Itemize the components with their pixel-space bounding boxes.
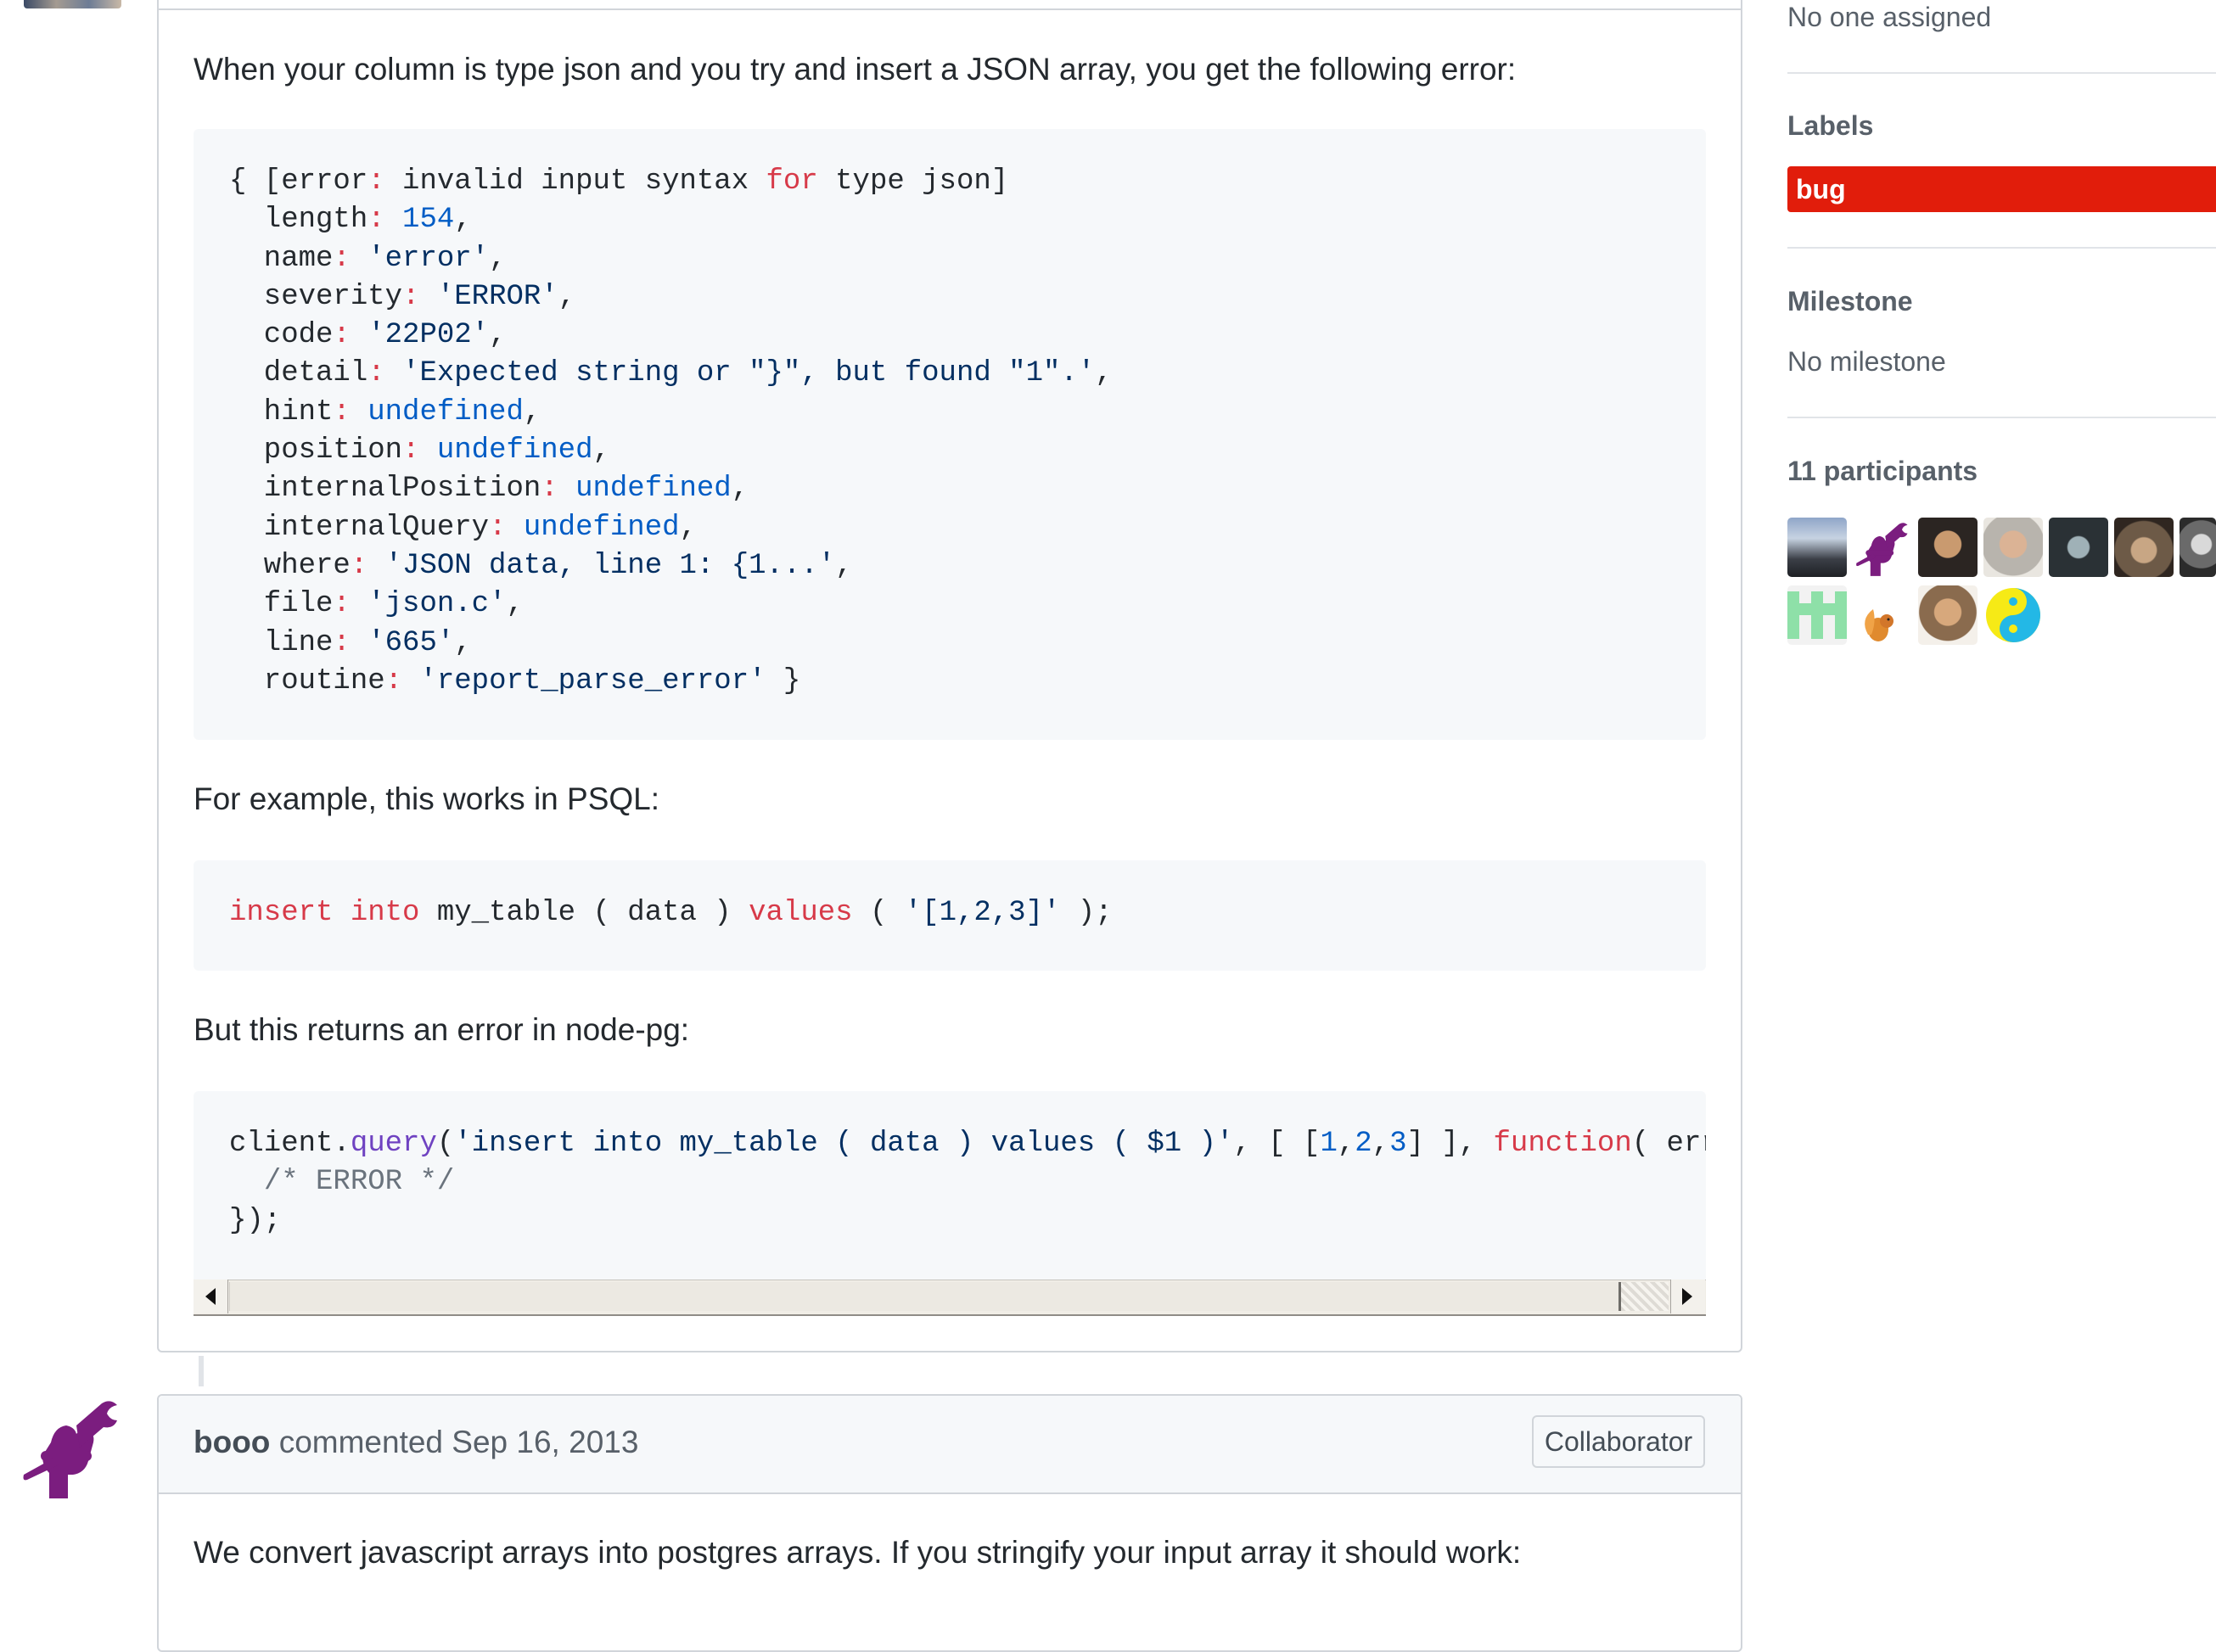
comment-author-link[interactable]: booo xyxy=(194,1425,270,1459)
assignees-value: No one assigned xyxy=(1787,2,1992,32)
avatar-booo[interactable] xyxy=(17,1392,126,1500)
scrollbar-thumb[interactable] xyxy=(229,1282,1621,1311)
participant-avatar[interactable] xyxy=(1983,518,2043,577)
participant-avatar[interactable] xyxy=(2114,518,2174,577)
label-bug[interactable]: bug xyxy=(1787,166,2216,212)
identicon xyxy=(1787,591,1847,639)
comment-text: For example, this works in PSQL: xyxy=(194,781,660,816)
collaborator-badge: Collaborator xyxy=(1532,1415,1705,1468)
labels-heading[interactable]: Labels xyxy=(1787,110,1873,142)
milestone-value: No milestone xyxy=(1787,346,1946,377)
code-block-error-output: { [error: invalid input syntax for type … xyxy=(194,129,1706,740)
squirrel-icon xyxy=(1865,609,1893,641)
milestone-heading[interactable]: Milestone xyxy=(1787,286,1913,317)
comment-timestamp-link[interactable]: Sep 16, 2013 xyxy=(452,1425,638,1459)
comment-text: When your column is type json and you tr… xyxy=(194,52,1517,87)
participant-avatar[interactable] xyxy=(2180,518,2216,577)
participant-avatar[interactable] xyxy=(1853,585,1912,645)
arrow-left-icon xyxy=(205,1288,216,1305)
yin-yang-icon xyxy=(1986,588,2040,642)
raised-fist-wrench-icon xyxy=(1856,523,1908,576)
participant-avatar[interactable] xyxy=(1983,585,2043,645)
sidebar-divider xyxy=(1787,417,2216,418)
avatar[interactable] xyxy=(24,0,121,8)
participant-avatar[interactable] xyxy=(1787,518,1847,577)
timeline-connector xyxy=(199,1356,204,1386)
comment-action: commented xyxy=(278,1425,443,1459)
sidebar-divider xyxy=(1787,72,2216,74)
comment-text: We convert javascript arrays into postgr… xyxy=(194,1535,1522,1570)
scrollbar-track[interactable] xyxy=(1621,1282,1669,1311)
sidebar-divider xyxy=(1787,247,2216,249)
participant-avatar[interactable] xyxy=(1787,585,1847,645)
participant-avatar[interactable] xyxy=(1918,518,1978,577)
participant-avatar[interactable] xyxy=(2049,518,2108,577)
arrow-right-icon xyxy=(1682,1288,1692,1305)
comment-text: But this returns an error in node-pg: xyxy=(194,1012,690,1047)
participant-avatar[interactable] xyxy=(1918,585,1978,645)
comment-meta: booo commented Sep 16, 2013 xyxy=(194,1424,638,1461)
participant-avatar[interactable] xyxy=(1853,518,1912,577)
raised-fist-wrench-icon xyxy=(23,1401,117,1498)
participants-heading: 11 participants xyxy=(1787,456,1978,486)
comment-divider xyxy=(157,8,1742,10)
code-block-psql: insert into my_table ( data ) values ( '… xyxy=(194,860,1706,971)
